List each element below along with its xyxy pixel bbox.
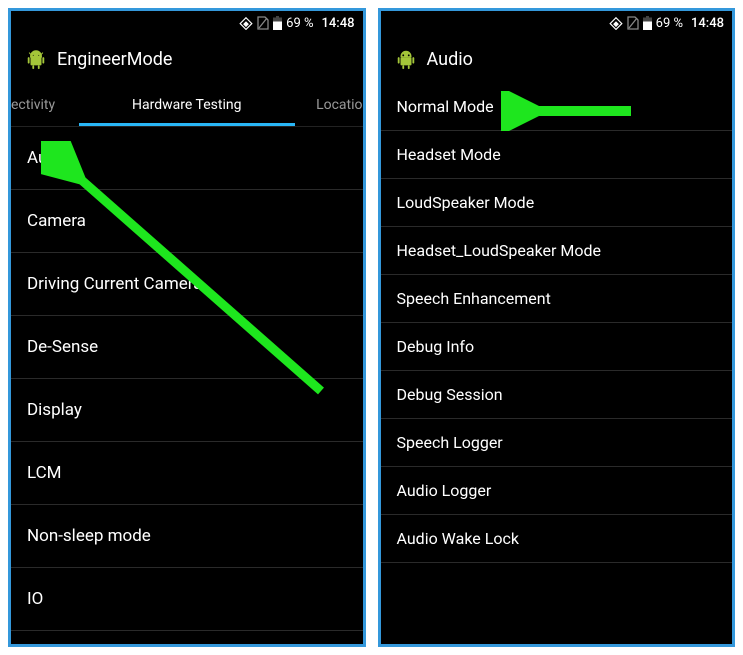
screen-engineer-mode: 69 % 14:48 EngineerMode ectivity Hardwar… [8,8,366,647]
item-speech-enhancement[interactable]: Speech Enhancement [381,275,733,323]
item-headset-mode[interactable]: Headset Mode [381,131,733,179]
item-de-sense[interactable]: De-Sense [11,316,363,379]
item-io[interactable]: IO [11,568,363,631]
battery-pct: 69 % [286,16,313,31]
tab-location[interactable]: Locatio [303,83,363,126]
item-normal-mode[interactable]: Normal Mode [381,83,733,131]
item-loudspeaker-mode[interactable]: LoudSpeaker Mode [381,179,733,227]
item-debug-session[interactable]: Debug Session [381,371,733,419]
item-headset-loudspeaker-mode[interactable]: Headset_LoudSpeaker Mode [381,227,733,275]
tab-hardware-testing[interactable]: Hardware Testing [71,83,303,126]
item-camera[interactable]: Camera [11,190,363,253]
status-bar: 69 % 14:48 [381,11,733,35]
item-speech-logger[interactable]: Speech Logger [381,419,733,467]
battery-icon [273,16,282,30]
clock: 14:48 [322,16,355,31]
item-driving-current-camera[interactable]: Driving Current Camera [11,253,363,316]
android-icon [395,48,417,70]
item-non-sleep-mode[interactable]: Non-sleep mode [11,505,363,568]
item-lcm[interactable]: LCM [11,442,363,505]
clock: 14:48 [691,16,724,31]
wifi-icon [239,16,253,30]
tab-connectivity[interactable]: ectivity [11,83,71,126]
battery-icon [643,16,652,30]
item-audio-logger[interactable]: Audio Logger [381,467,733,515]
status-bar: 69 % 14:48 [11,11,363,35]
tabs: ectivity Hardware Testing Locatio [11,83,363,127]
wifi-icon [609,16,623,30]
hardware-list: Audio Camera Driving Current Camera De-S… [11,127,363,631]
item-display[interactable]: Display [11,379,363,442]
audio-list: Normal Mode Headset Mode LoudSpeaker Mod… [381,83,733,563]
screen-audio: 69 % 14:48 Audio Normal Mode Headset Mod… [378,8,736,647]
battery-pct: 69 % [656,16,683,31]
sim-icon [257,16,269,30]
app-title: EngineerMode [57,49,172,70]
sim-icon [627,16,639,30]
item-debug-info[interactable]: Debug Info [381,323,733,371]
android-icon [25,48,47,70]
app-header: EngineerMode [11,35,363,83]
item-audio-wake-lock[interactable]: Audio Wake Lock [381,515,733,563]
app-header: Audio [381,35,733,83]
app-title: Audio [427,49,473,70]
item-audio[interactable]: Audio [11,127,363,190]
